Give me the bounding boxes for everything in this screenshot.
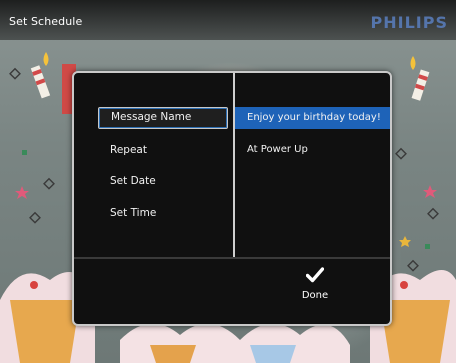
title-bar: Set Schedule PHILIPS [0,0,456,40]
screen: Set Schedule PHILIPS Message Name Repeat… [0,0,456,363]
schedule-dialog: Message Name Repeat Set Date Set Time En… [72,71,392,326]
candle-decoration-right [410,56,430,101]
candle-decoration-left [30,52,51,99]
menu-item-set-time[interactable]: Set Time [98,202,228,224]
menu-item-repeat[interactable]: Repeat [98,139,228,161]
screen-title: Set Schedule [9,15,83,28]
value-list: Enjoy your birthday today! At Power Up [235,107,390,170]
check-icon [306,267,324,283]
done-button[interactable]: Done [290,267,340,315]
menu-item-message-name[interactable]: Message Name [98,107,228,129]
value-repeat[interactable]: At Power Up [235,139,390,161]
footer-divider [74,257,390,259]
settings-menu: Message Name Repeat Set Date Set Time [98,107,228,233]
done-label: Done [301,290,329,301]
brand-logo: PHILIPS [370,13,448,32]
value-message-name[interactable]: Enjoy your birthday today! [235,107,390,129]
menu-item-set-date[interactable]: Set Date [98,170,228,192]
